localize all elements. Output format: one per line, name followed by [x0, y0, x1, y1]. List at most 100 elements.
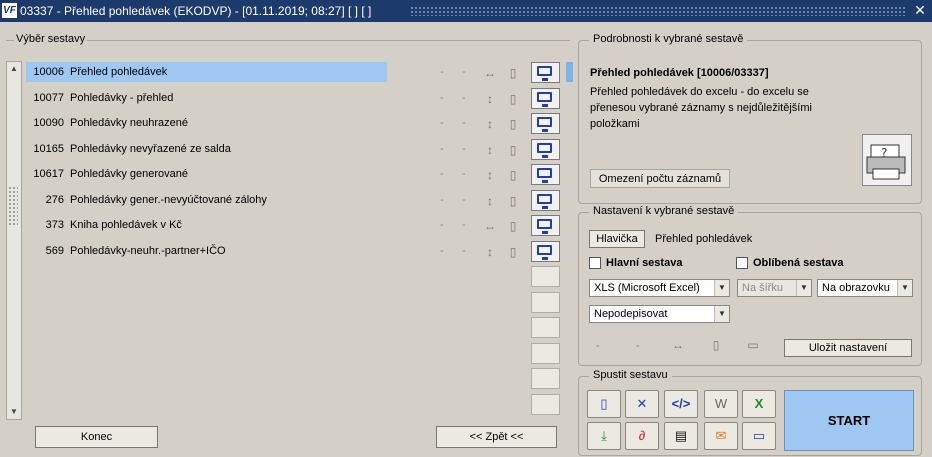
row-dash: -: [440, 92, 444, 104]
screen-output-button[interactable]: [531, 164, 560, 185]
empty-action-box: [531, 368, 560, 389]
favorite-report-label: Oblíbená sestava: [753, 257, 844, 269]
scroll-down-icon[interactable]: ▼: [8, 406, 20, 418]
report-list-scrollbar[interactable]: ▲ ▼: [6, 61, 22, 420]
report-number: 10617: [33, 168, 64, 180]
report-description: Přehled pohledávek do excelu - do excelu…: [590, 86, 812, 130]
report-number: 10090: [33, 117, 64, 129]
pdf-file-icon: ▯: [509, 219, 517, 233]
panel-resize-grip[interactable]: [8, 186, 18, 226]
favorite-report-checkbox[interactable]: [736, 257, 748, 269]
main-report-checkbox[interactable]: [589, 257, 601, 269]
output-select[interactable]: Na obrazovku ▼: [817, 279, 913, 297]
excel-icon[interactable]: X: [742, 390, 776, 418]
row-dash: -: [462, 117, 466, 129]
selection-marker: [566, 62, 573, 82]
save-settings-button[interactable]: Uložit nastavení: [784, 339, 912, 357]
report-number: 276: [45, 194, 64, 206]
report-row[interactable]: 10090 Pohledávky neuhrazené: [26, 113, 387, 133]
attachment-icon[interactable]: ∂: [625, 422, 659, 450]
signature-select[interactable]: Nepodepisovat ▼: [589, 305, 730, 323]
report-name: Pohledávky-neuhr.-partner+IČO: [70, 245, 226, 257]
details-group-label: Podrobnosti k vybrané sestavě: [589, 33, 748, 45]
monitor-icon: [537, 245, 552, 260]
screen-output-button[interactable]: [531, 139, 560, 160]
monitor-icon: [537, 66, 552, 81]
screen-output-button[interactable]: [531, 88, 560, 109]
report-detail-title: Přehled pohledávek [10006/03337]: [590, 67, 769, 79]
report-row[interactable]: 10006 Přehled pohledávek: [26, 62, 387, 82]
scroll-up-icon[interactable]: ▲: [8, 63, 20, 75]
report-row[interactable]: 373 Kniha pohledávek v Kč: [26, 215, 387, 235]
chevron-down-icon: ▼: [714, 306, 729, 322]
row-dash: -: [440, 245, 444, 257]
report-row[interactable]: 276 Pohledávky gener.-nevyúčtované zálohy: [26, 190, 387, 210]
header-button[interactable]: Hlavička: [589, 230, 645, 248]
svg-text:?: ?: [881, 146, 887, 160]
app-logo-icon: VF: [2, 3, 17, 18]
screen-output-button[interactable]: [531, 62, 560, 83]
report-list-label: Výběr sestavy: [14, 33, 88, 45]
report-name: Přehled pohledávek: [70, 66, 168, 78]
empty-action-box: [531, 343, 560, 364]
row-dash: -: [462, 92, 466, 104]
orientation-select[interactable]: Na šířku ▼: [737, 279, 812, 297]
word-icon[interactable]: W: [704, 390, 738, 418]
format-select[interactable]: XLS (Microsoft Excel) ▼: [589, 279, 730, 297]
xml-icon[interactable]: </>: [664, 390, 698, 418]
report-number: 373: [45, 219, 64, 231]
format-value: XLS (Microsoft Excel): [594, 282, 700, 294]
setting-dash: -: [596, 340, 600, 352]
printer-settings-icon[interactable]: ?: [862, 134, 912, 186]
monitor-icon: [537, 92, 552, 107]
screen-output-button[interactable]: [531, 190, 560, 211]
report-number: 569: [45, 245, 64, 257]
pdf-file-icon: ▯: [509, 117, 517, 131]
monitor-icon[interactable]: ▭: [742, 422, 776, 450]
close-icon[interactable]: ✕: [912, 2, 928, 18]
excel-file-icon: ▯: [712, 338, 720, 352]
vertical-arrow-icon: ↕: [487, 117, 493, 131]
monitor-icon: [537, 117, 552, 132]
run-group-label: Spustit sestavu: [589, 369, 672, 381]
vertical-arrow-icon: ↕: [487, 143, 493, 157]
row-dash: -: [462, 194, 466, 206]
vertical-arrow-icon: ↕: [487, 245, 493, 259]
vertical-arrow-icon: ↕: [487, 168, 493, 182]
pdf-file-icon: ▯: [509, 92, 517, 106]
pdf-icon[interactable]: ▯: [587, 390, 621, 418]
crystal-icon[interactable]: ✕: [625, 390, 659, 418]
screen-output-button[interactable]: [531, 215, 560, 236]
row-dash: -: [462, 245, 466, 257]
vertical-arrow-icon: ↕: [487, 194, 493, 208]
zpet-button[interactable]: << Zpět <<: [436, 426, 557, 448]
row-dash: -: [462, 66, 466, 78]
window-title: 03337 - Přehled pohledávek (EKODVP) - [0…: [20, 4, 372, 18]
row-dash: -: [440, 143, 444, 155]
print-icon[interactable]: ▤: [664, 422, 698, 450]
chevron-down-icon: ▼: [796, 280, 811, 296]
report-row[interactable]: 10617 Pohledávky generované: [26, 164, 387, 184]
vertical-arrow-icon: ↕: [487, 92, 493, 106]
report-number: 10006: [33, 66, 64, 78]
output-value: Na obrazovku: [822, 282, 890, 294]
horizontal-arrow-icon: ↔: [484, 219, 496, 233]
row-dash: -: [440, 66, 444, 78]
monitor-icon: [537, 219, 552, 234]
screen-output-button[interactable]: [531, 113, 560, 134]
screen-output-button[interactable]: [531, 241, 560, 262]
download-icon[interactable]: ⤓: [587, 422, 621, 450]
row-dash: -: [440, 194, 444, 206]
report-row[interactable]: 569 Pohledávky-neuhr.-partner+IČO: [26, 241, 387, 261]
row-dash: -: [462, 219, 466, 231]
report-row[interactable]: 10165 Pohledávky nevyřazené ze salda: [26, 139, 387, 159]
email-icon[interactable]: ✉: [704, 422, 738, 450]
report-row[interactable]: 10077 Pohledávky - přehled: [26, 88, 387, 108]
excel-file-icon: ▯: [509, 66, 517, 80]
limit-records-button[interactable]: Omezení počtu záznamů: [590, 169, 730, 188]
start-button[interactable]: START: [784, 390, 914, 451]
monitor-icon: [537, 143, 552, 158]
konec-button[interactable]: Konec: [35, 426, 158, 448]
report-name: Pohledávky gener.-nevyúčtované zálohy: [70, 194, 267, 206]
report-name: Pohledávky - přehled: [70, 92, 174, 104]
